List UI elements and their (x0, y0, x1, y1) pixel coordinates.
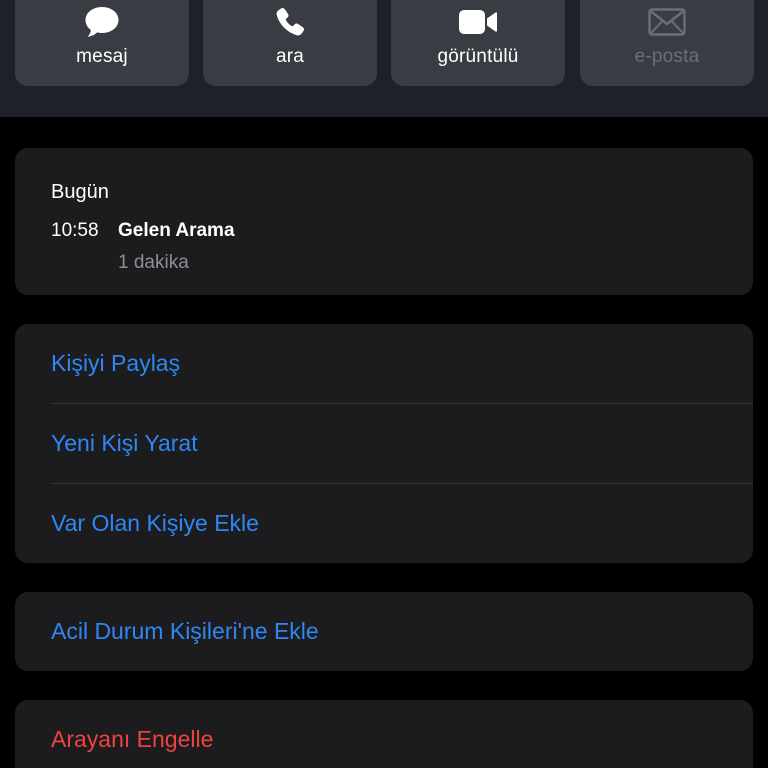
share-contact-row[interactable]: Kişiyi Paylaş (15, 324, 753, 403)
video-call-button[interactable]: görüntülü (391, 0, 565, 86)
create-new-contact-row[interactable]: Yeni Kişi Yarat (15, 404, 753, 483)
recent-calls-card: Bugün 10:58 Gelen Arama 1 dakika (15, 148, 753, 295)
email-button-label: e-posta (634, 46, 700, 67)
recent-calls-day: Bugün (51, 181, 109, 203)
phone-icon (203, 4, 377, 40)
message-button-label: mesaj (76, 46, 128, 67)
emergency-contacts-card: Acil Durum Kişileri'ne Ekle (15, 592, 753, 671)
add-to-existing-contact-row[interactable]: Var Olan Kişiye Ekle (15, 484, 753, 563)
call-time: 10:58 (51, 220, 99, 241)
email-button[interactable]: e-posta (580, 0, 754, 86)
message-button[interactable]: mesaj (15, 0, 189, 86)
add-to-emergency-contacts-label: Acil Durum Kişileri'ne Ekle (51, 618, 319, 644)
contact-detail-screen: mesaj ara görüntülü e-posta Bugün 10:58 … (0, 0, 768, 768)
add-to-existing-contact-label: Var Olan Kişiye Ekle (51, 510, 259, 536)
message-bubble-icon (15, 4, 189, 40)
call-button-label: ara (275, 46, 305, 67)
call-type: Gelen Arama (118, 220, 235, 241)
contact-options-card: Kişiyi Paylaş Yeni Kişi Yarat Var Olan K… (15, 324, 753, 563)
call-button[interactable]: ara (203, 0, 377, 86)
block-caller-row[interactable]: Arayanı Engelle (15, 700, 753, 768)
add-to-emergency-contacts-row[interactable]: Acil Durum Kişileri'ne Ekle (15, 592, 753, 671)
video-camera-icon (391, 4, 565, 40)
create-new-contact-label: Yeni Kişi Yarat (51, 430, 198, 456)
block-caller-card: Arayanı Engelle (15, 700, 753, 768)
contact-header: mesaj ara görüntülü e-posta (0, 0, 768, 117)
envelope-icon (580, 4, 754, 40)
block-caller-label: Arayanı Engelle (51, 726, 214, 752)
share-contact-label: Kişiyi Paylaş (51, 350, 181, 376)
video-call-button-label: görüntülü (437, 46, 519, 67)
call-duration: 1 dakika (118, 252, 189, 273)
